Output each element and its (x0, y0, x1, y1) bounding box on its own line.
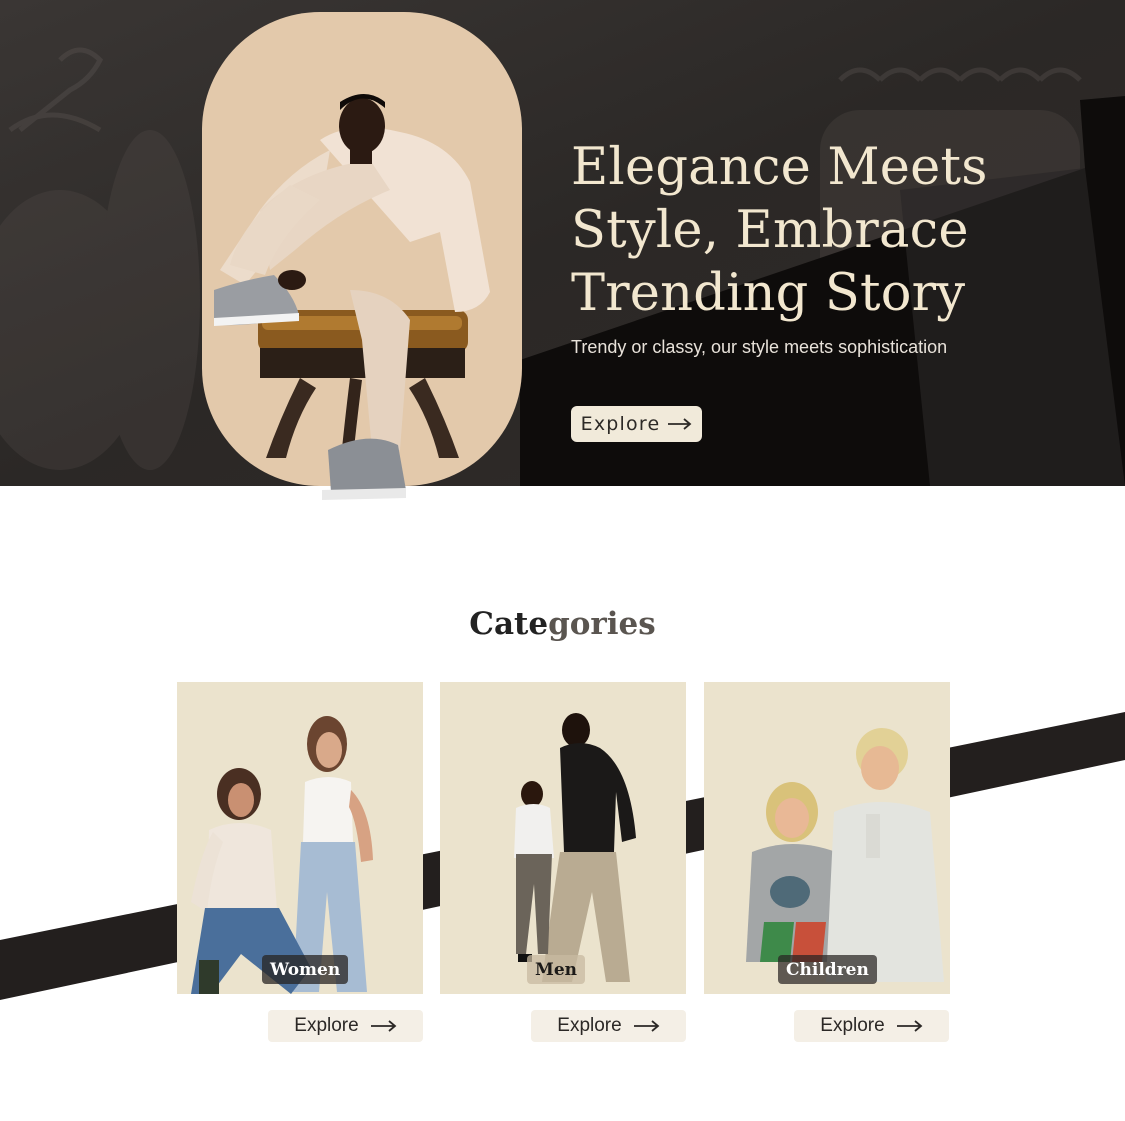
men-explore-label: Explore (557, 1015, 622, 1036)
children-explore-label: Explore (820, 1015, 885, 1036)
children-category-image (746, 728, 944, 982)
men-explore-button[interactable]: Explore (531, 1010, 686, 1042)
arrow-right-icon (668, 418, 692, 430)
hero-section: Elegance Meets Style, Embrace Trending S… (0, 0, 1125, 486)
arrow-right-icon (633, 1020, 660, 1032)
arrow-right-icon (370, 1020, 397, 1032)
hero-title: Elegance Meets Style, Embrace Trending S… (571, 138, 988, 323)
women-category-image (191, 716, 373, 994)
category-card-children[interactable]: Children (704, 682, 950, 994)
categories-title-dark: Cate (469, 606, 549, 642)
hero-explore-label: Explore (580, 413, 661, 435)
categories-title: Categories (0, 606, 1125, 642)
categories-title-light: gories (548, 606, 656, 642)
category-card-men[interactable]: Men (440, 682, 686, 994)
arrow-right-icon (896, 1020, 923, 1032)
children-explore-button[interactable]: Explore (794, 1010, 949, 1042)
category-label-women: Women (262, 955, 349, 984)
hero-explore-button[interactable]: Explore (571, 406, 702, 442)
category-label-children: Children (778, 955, 877, 984)
hero-subtitle: Trendy or classy, our style meets sophis… (571, 337, 948, 357)
category-label-men: Men (527, 955, 585, 984)
hero-model-image (214, 94, 490, 500)
category-card-women[interactable]: Women (177, 682, 423, 994)
women-explore-label: Explore (294, 1015, 359, 1036)
women-explore-button[interactable]: Explore (268, 1010, 423, 1042)
men-category-image (514, 713, 636, 982)
